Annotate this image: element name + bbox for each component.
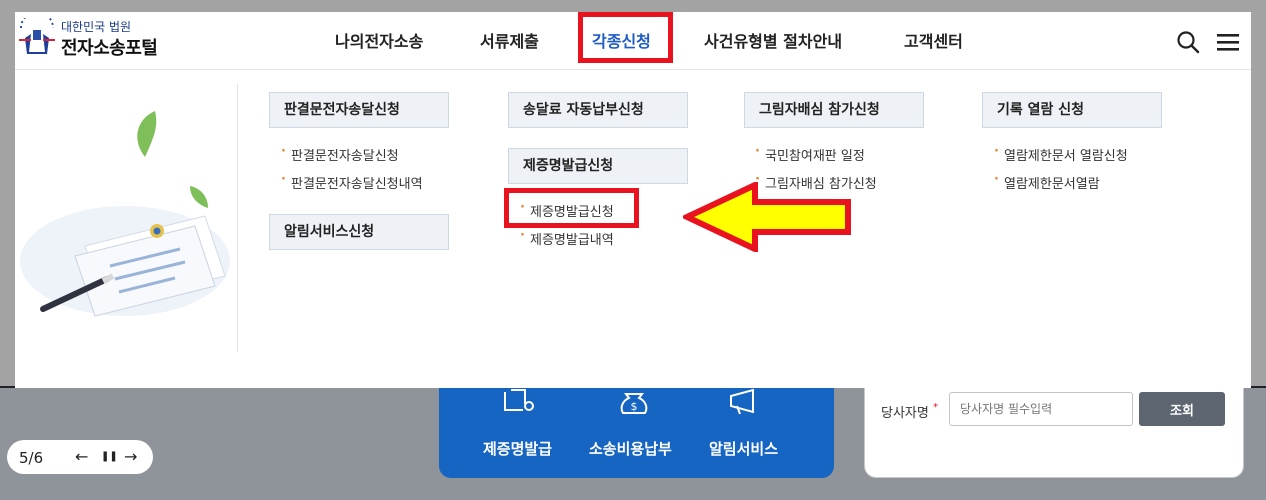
- search-submit-button[interactable]: 조회: [1139, 392, 1225, 426]
- money-bag-icon: $: [620, 393, 648, 414]
- certificate-apply-highlight-box: [504, 188, 639, 228]
- gnb-customer-center[interactable]: 고객센터: [904, 28, 963, 52]
- category-certificate-issue[interactable]: 제증명발급신청: [508, 148, 688, 184]
- pointer-arrow-annotation: [683, 182, 851, 252]
- megaphone-icon: [730, 388, 754, 415]
- gnb-my-e-litigation[interactable]: 나의전자소송: [335, 28, 423, 52]
- document-pen-illustration: [20, 111, 230, 317]
- link-judgment-e-service-apply[interactable]: 판결문전자송달신청: [281, 144, 399, 164]
- category-shadow-jury[interactable]: 그림자배심 참가신청: [744, 92, 924, 128]
- party-name-input[interactable]: [949, 392, 1133, 426]
- active-menu-highlight-box: [578, 12, 673, 63]
- prev-arrow-icon[interactable]: ←: [75, 447, 88, 466]
- search-icon[interactable]: [1175, 29, 1201, 55]
- party-name-label: 당사자명 *: [881, 402, 938, 421]
- pause-icon[interactable]: ❚❚: [101, 451, 118, 462]
- category-notification-service[interactable]: 알림서비스신청: [269, 214, 449, 250]
- svg-text:$: $: [631, 400, 638, 413]
- next-arrow-icon[interactable]: →: [124, 447, 137, 466]
- link-restricted-doc-apply[interactable]: 열람제한문서 열람신청: [994, 144, 1128, 164]
- hamburger-menu-icon[interactable]: [1215, 29, 1241, 55]
- mega-menu-panel: 대한민국 법원 전자소송포털 나의전자소송 서류제출 각종신청 사건유형별 절차…: [15, 12, 1251, 388]
- category-judgment-e-service[interactable]: 판결문전자송달신청: [269, 92, 449, 128]
- slide-counter: 5/6: [19, 449, 44, 467]
- slide-pager: 5/6 ← ❚❚ →: [7, 440, 153, 474]
- party-search-card: 당사자명 * 조회: [864, 388, 1244, 478]
- site-header: 대한민국 법원 전자소송포털 나의전자소송 서류제출 각종신청 사건유형별 절차…: [15, 12, 1251, 70]
- certificate-icon: [504, 389, 534, 411]
- link-citizen-jury-schedule[interactable]: 국민참여재판 일정: [755, 144, 865, 164]
- category-record-inspection[interactable]: 기록 열람 신청: [982, 92, 1162, 128]
- link-certificate-history[interactable]: 제증명발급내역: [520, 228, 614, 248]
- link-restricted-doc-view[interactable]: 열람제한문서열람: [994, 172, 1100, 192]
- notification-service-link[interactable]: 알림서비스: [709, 438, 778, 459]
- link-judgment-e-service-history[interactable]: 판결문전자송달신청내역: [281, 172, 423, 192]
- category-fee-auto-payment[interactable]: 송달료 자동납부신청: [508, 92, 688, 128]
- quick-service-card: $ 제증명발급 소송비용납부 알림서비스: [439, 388, 834, 478]
- site-logo[interactable]: 대한민국 법원 전자소송포털: [15, 16, 190, 64]
- menu-divider: [237, 84, 238, 352]
- certificate-issue-link[interactable]: 제증명발급: [483, 438, 552, 459]
- gnb-document-submission[interactable]: 서류제출: [480, 28, 539, 52]
- logo-subtitle: 대한민국 법원: [61, 20, 132, 34]
- logo-title: 전자소송포털: [61, 38, 158, 59]
- gnb-procedure-guide[interactable]: 사건유형별 절차안내: [704, 28, 842, 52]
- court-emblem-icon: [19, 18, 55, 54]
- litigation-fee-payment-link[interactable]: 소송비용납부: [589, 438, 672, 459]
